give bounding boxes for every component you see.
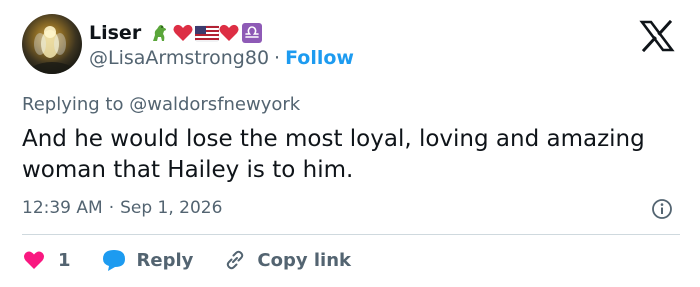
divider xyxy=(22,234,680,235)
copy-link-button[interactable]: Copy link xyxy=(223,248,351,272)
x-logo-icon[interactable] xyxy=(639,20,675,52)
replying-to: Replying to @waldorsfnewyork xyxy=(22,94,300,115)
like-button[interactable]: 1 xyxy=(22,249,71,271)
tweet-meta: 12:39 AM · Sep 1, 2026 xyxy=(22,198,222,218)
heart-emoji-icon xyxy=(172,22,194,44)
reply-button[interactable]: Reply xyxy=(101,248,194,272)
replying-handle-link[interactable]: @waldorsfnewyork xyxy=(129,94,300,115)
like-count: 1 xyxy=(58,249,71,271)
author-handle[interactable]: @LisaArmstrong80 xyxy=(89,47,269,69)
follow-button[interactable]: Follow xyxy=(285,47,354,69)
avatar[interactable] xyxy=(22,14,82,74)
speech-bubble-icon xyxy=(101,248,127,272)
author-name-row: Liser xyxy=(89,18,263,48)
dinosaur-emoji-icon xyxy=(149,22,171,44)
meta-separator: · xyxy=(108,198,115,218)
handle-row: @LisaArmstrong80 · Follow xyxy=(89,47,354,69)
libra-emoji-icon xyxy=(241,22,263,44)
display-name[interactable]: Liser xyxy=(89,22,141,44)
info-icon[interactable] xyxy=(651,198,673,220)
us-flag-emoji-icon xyxy=(195,22,220,44)
tweet-text: And he would lose the most loyal, loving… xyxy=(22,126,645,183)
name-emojis xyxy=(149,22,263,44)
reply-label: Reply xyxy=(136,249,194,271)
tweet-date[interactable]: Sep 1, 2026 xyxy=(120,198,222,218)
action-bar: 1 Reply Copy link xyxy=(22,246,351,274)
handle-separator: · xyxy=(274,47,281,69)
tweet-time[interactable]: 12:39 AM xyxy=(22,198,103,218)
copy-link-label: Copy link xyxy=(257,249,351,271)
replying-prefix: Replying to xyxy=(22,94,124,115)
heart-icon xyxy=(22,249,46,271)
link-icon xyxy=(223,248,247,272)
heart-emoji-icon xyxy=(218,22,240,44)
